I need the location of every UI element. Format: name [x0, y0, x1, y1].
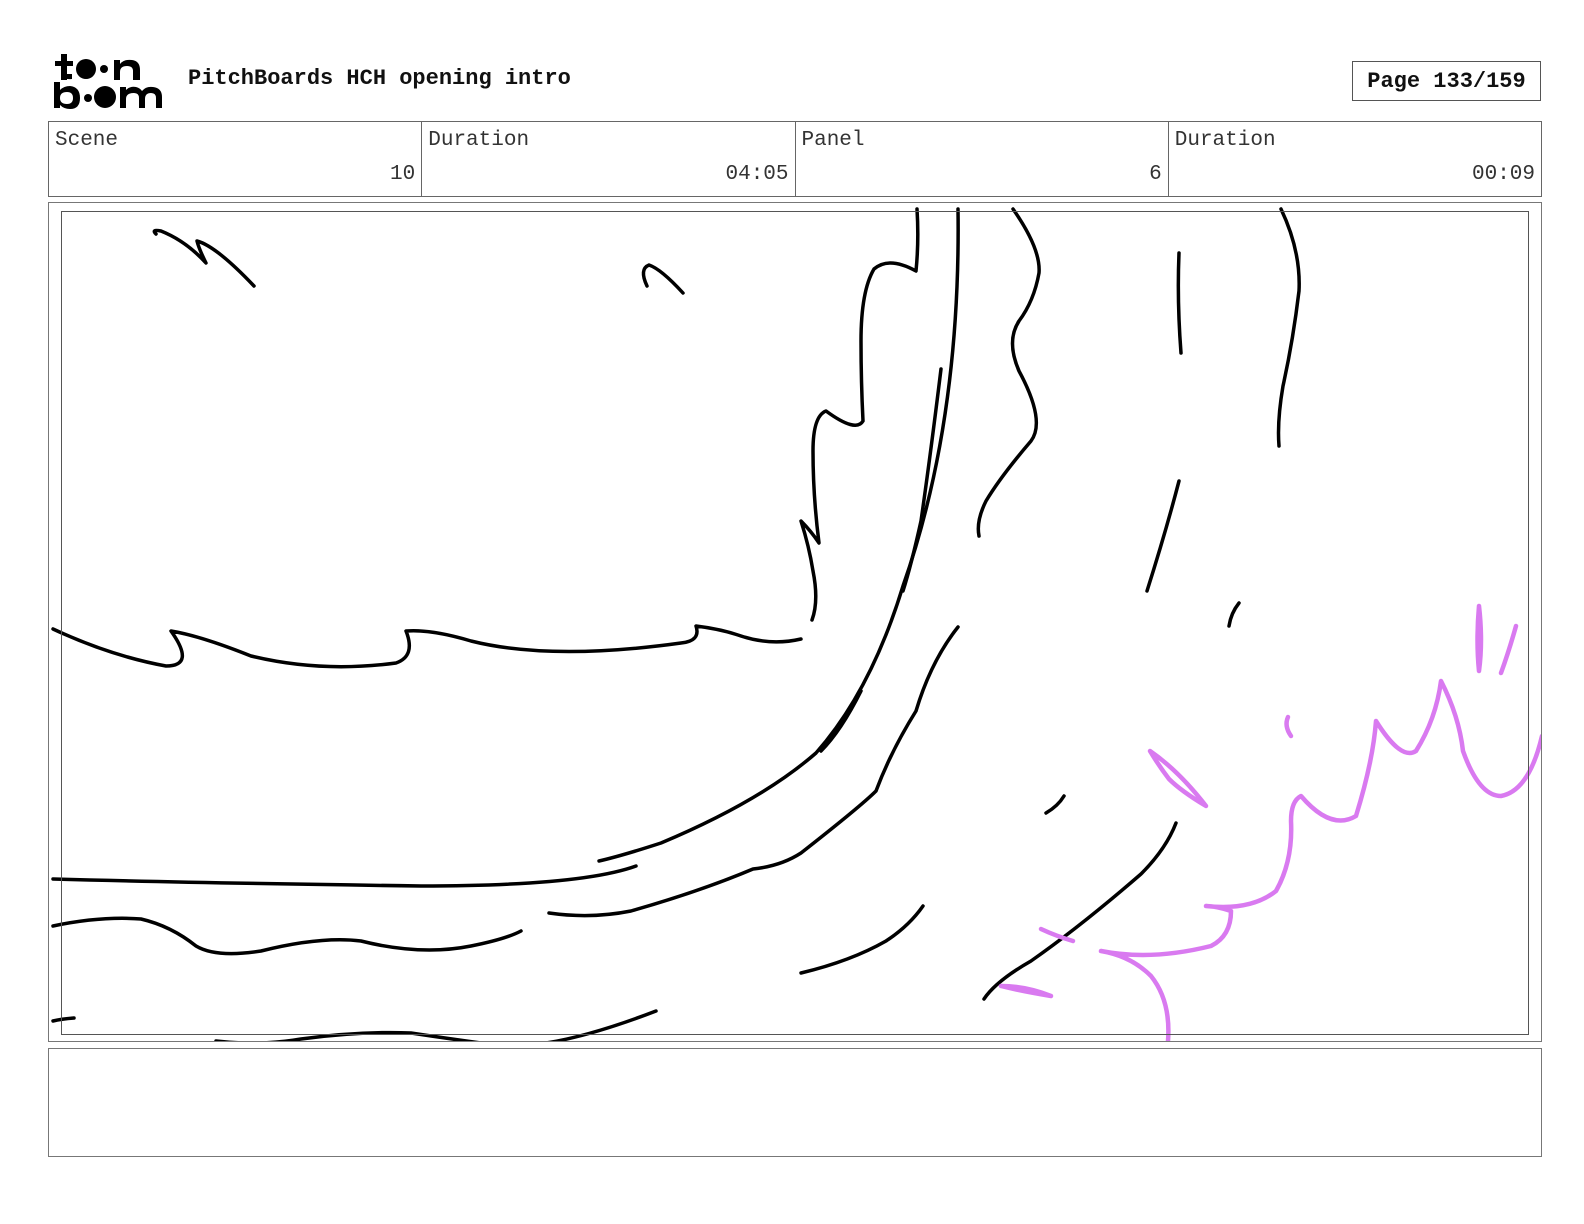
panel-duration-label: Duration	[1174, 129, 1276, 152]
panel-value: 6	[1149, 163, 1162, 186]
panel-notes-box[interactable]	[48, 1048, 1542, 1157]
panel-label: Panel	[801, 129, 865, 152]
toon-boom-logo	[54, 54, 162, 109]
panel-duration-value: 00:09	[1471, 163, 1535, 186]
scene-duration-cell: Duration 04:05	[422, 122, 796, 196]
scene-cell: Scene 10	[49, 122, 423, 196]
panel-duration-cell: Duration 00:09	[1169, 122, 1541, 196]
sketch-ink-lines	[51, 207, 1301, 1041]
storyboard-panel	[48, 202, 1542, 1042]
sketch-accent-lines	[998, 603, 1541, 1041]
scene-value: 10	[390, 163, 416, 186]
scene-label: Scene	[55, 129, 119, 152]
page-indicator: Page 133/159	[1352, 61, 1541, 101]
scene-duration-label: Duration	[428, 129, 530, 152]
scene-duration-value: 04:05	[725, 163, 789, 186]
project-title: PitchBoards HCH opening intro	[188, 66, 571, 91]
panel-cell: Panel 6	[796, 122, 1169, 196]
scene-info-table: Scene 10 Duration 04:05 Panel 6 Duration…	[48, 121, 1542, 197]
panel-sketch	[51, 207, 1541, 1041]
